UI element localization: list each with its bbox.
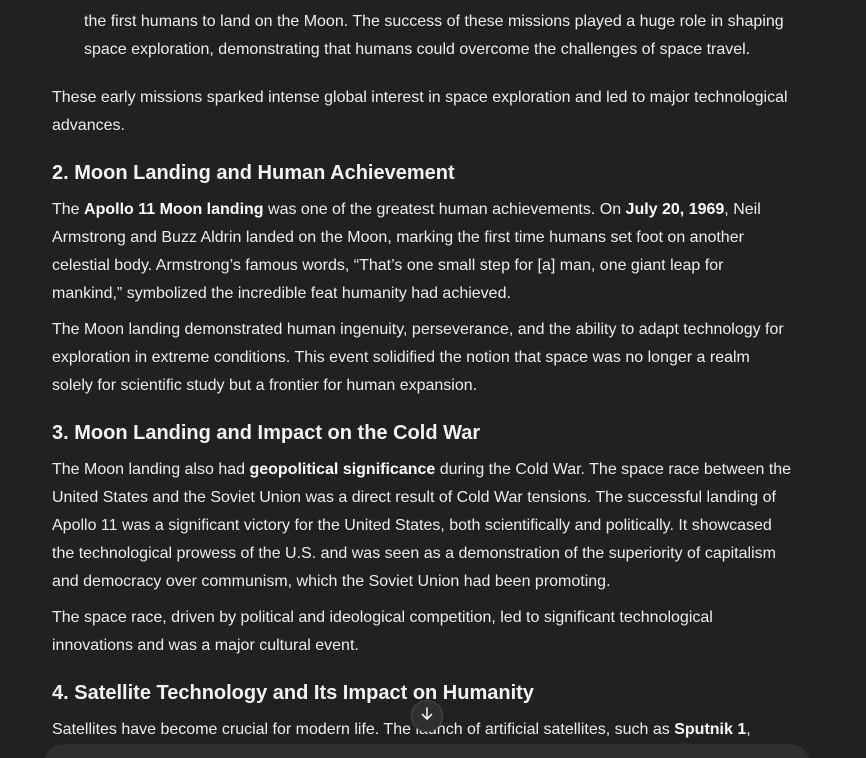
text: The Moon landing also had <box>52 461 250 478</box>
paragraph-intro: These early missions sparked intense glo… <box>52 89 788 134</box>
bold-text: geopolitical significance <box>249 461 436 478</box>
message-composer[interactable] <box>44 744 810 758</box>
text: Satellites have become crucial for moder… <box>52 721 675 738</box>
text-line: space exploration, demonstrating that hu… <box>84 41 751 58</box>
text: was one of the greatest human achievemen… <box>263 201 626 218</box>
bold-text: Sputnik 1 <box>674 721 747 738</box>
paragraph-apollo: The Apollo 11 Moon landing was one of th… <box>52 196 792 308</box>
list-item-continuation: the first humans to land on the Moon. Th… <box>84 8 794 64</box>
text: during the Cold War. The space race betw… <box>52 461 792 590</box>
arrow-down-icon <box>419 706 435 727</box>
text: , <box>746 721 751 738</box>
section-heading-2: 2. Moon Landing and Human Achievement <box>52 162 455 184</box>
paragraph-space-race: The space race, driven by political and … <box>52 609 713 654</box>
bold-text: July 20, 1969 <box>625 201 725 218</box>
text-line: the first humans to land on the Moon. Th… <box>84 13 784 30</box>
section-heading-3: 3. Moon Landing and Impact on the Cold W… <box>52 422 481 444</box>
paragraph-ingenuity: The Moon landing demonstrated human inge… <box>52 321 784 394</box>
scroll-to-bottom-button[interactable] <box>411 700 443 732</box>
text: The <box>52 201 85 218</box>
chat-page: the first humans to land on the Moon. Th… <box>0 0 866 758</box>
bold-text: Apollo 11 Moon landing <box>84 201 264 218</box>
paragraph-cold-war: The Moon landing also had geopolitical s… <box>52 456 792 596</box>
